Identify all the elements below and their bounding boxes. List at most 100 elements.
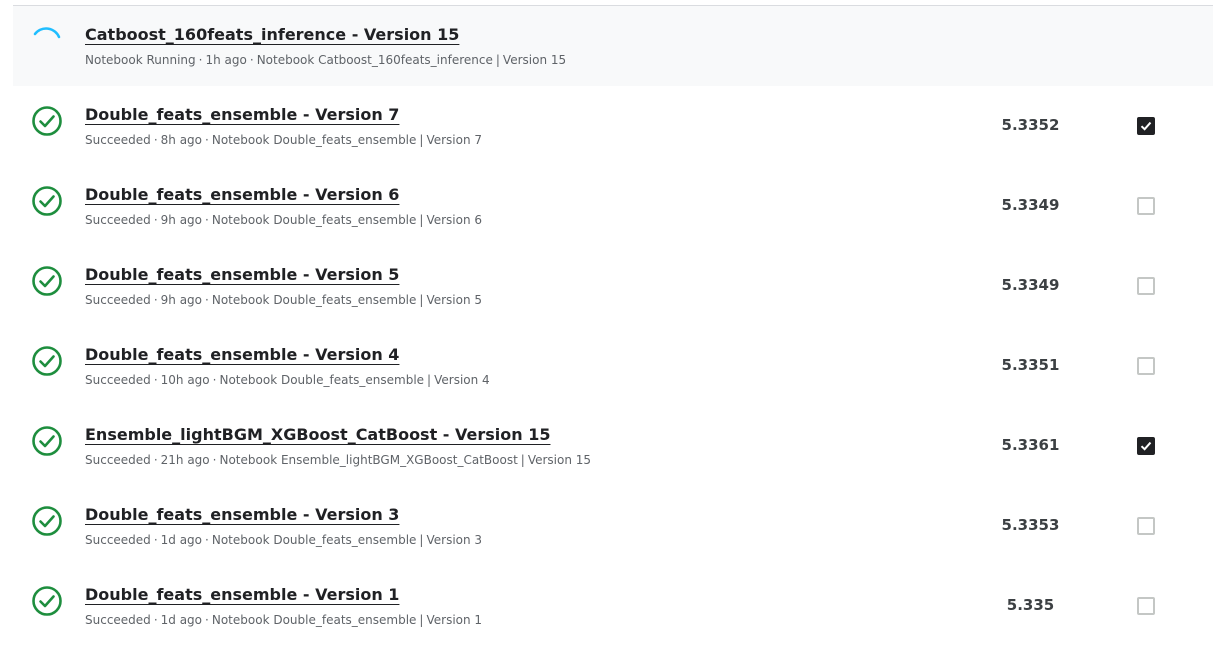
submission-time: 1d ago [160, 613, 203, 627]
submission-meta: Succeeded · 21h ago · Notebook Ensemble_ligh… [85, 453, 591, 467]
submission-time: 1h ago [205, 53, 247, 67]
submission-status: Succeeded [85, 533, 151, 547]
submission-notebook: Notebook Double_feats_ensemble [211, 213, 417, 227]
meta-dot-separator: · [153, 373, 158, 387]
submission-row-1[interactable]: Catboost_160feats_inference - Version 15… [13, 6, 1213, 86]
submission-title[interactable]: Ensemble_lightBGM_XGBoost_CatBoost - Ver… [85, 425, 550, 444]
submission-row-2[interactable]: Double_feats_ensemble - Version 7 Succee… [13, 86, 1213, 166]
meta-dot-separator: · [198, 53, 203, 67]
check-circle-icon [30, 184, 64, 218]
submission-notebook: Notebook Ensemble_lightBGM_XGBoost_CatBo… [219, 453, 518, 467]
submission-row-6[interactable]: Ensemble_lightBGM_XGBoost_CatBoost - Ver… [13, 406, 1213, 486]
meta-dot-separator: · [212, 453, 217, 467]
submission-row-5[interactable]: Double_feats_ensemble - Version 4 Succee… [13, 326, 1213, 406]
submission-score: 5.3349 [1001, 196, 1060, 214]
submission-meta: Succeeded · 9h ago · Notebook Double_feats_e… [85, 213, 482, 227]
select-checkbox[interactable] [1137, 437, 1155, 455]
submission-title[interactable]: Double_feats_ensemble - Version 3 [85, 505, 399, 524]
select-checkbox[interactable] [1137, 117, 1155, 135]
submission-meta: Succeeded · 1d ago · Notebook Double_feats_e… [85, 613, 482, 627]
submission-version: Version 6 [426, 213, 483, 227]
submission-score: 5.3361 [1001, 436, 1060, 454]
check-circle-icon [30, 264, 64, 298]
submission-version: Version 5 [426, 293, 483, 307]
meta-dot-separator: · [205, 533, 209, 547]
submission-notebook: Notebook Double_feats_ensemble [211, 613, 417, 627]
submission-title[interactable]: Double_feats_ensemble - Version 5 [85, 265, 399, 284]
submission-version: Version 7 [426, 133, 483, 147]
check-circle-icon [30, 504, 64, 538]
submission-status: Succeeded [85, 373, 151, 387]
meta-dot-separator: · [153, 133, 158, 147]
select-checkbox[interactable] [1137, 197, 1155, 215]
meta-dot-separator: · [205, 213, 209, 227]
meta-pipe-separator: | [419, 533, 424, 547]
meta-dot-separator: · [212, 373, 217, 387]
submission-time: 21h ago [160, 453, 210, 467]
checkmark-icon [1140, 121, 1152, 131]
check-circle-icon [30, 424, 64, 458]
submission-status: Succeeded [85, 133, 151, 147]
submission-meta: Notebook Running · 1h ago · Notebook Catboos… [85, 53, 566, 67]
select-checkbox[interactable] [1137, 517, 1155, 535]
meta-dot-separator: · [153, 213, 158, 227]
submission-time: 8h ago [160, 133, 203, 147]
submission-row-3[interactable]: Double_feats_ensemble - Version 6 Succee… [13, 166, 1213, 246]
spinner-icon [30, 24, 64, 58]
submission-notebook: Notebook Double_feats_ensemble [211, 293, 417, 307]
submission-status: Succeeded [85, 613, 151, 627]
submission-meta: Succeeded · 10h ago · Notebook Double_feats_… [85, 373, 490, 387]
submission-status: Succeeded [85, 453, 151, 467]
submission-time: 9h ago [160, 293, 203, 307]
meta-dot-separator: · [153, 533, 158, 547]
submission-time: 1d ago [160, 533, 203, 547]
meta-dot-separator: · [153, 453, 158, 467]
submission-time: 9h ago [160, 213, 203, 227]
submission-score: 5.3352 [1001, 116, 1060, 134]
submission-notebook: Notebook Catboost_160feats_inference [256, 53, 493, 67]
submission-score: 5.3353 [1001, 516, 1060, 534]
submission-score: 5.3351 [1001, 356, 1060, 374]
submission-score: 5.3349 [1001, 276, 1060, 294]
select-checkbox[interactable] [1137, 597, 1155, 615]
meta-dot-separator: · [249, 53, 254, 67]
submission-title[interactable]: Double_feats_ensemble - Version 1 [85, 585, 399, 604]
submission-title[interactable]: Double_feats_ensemble - Version 6 [85, 185, 399, 204]
meta-dot-separator: · [205, 293, 209, 307]
checkmark-icon [1140, 441, 1152, 451]
submission-score: 5.335 [1006, 596, 1055, 614]
submission-version: Version 3 [426, 533, 483, 547]
submission-status: Succeeded [85, 293, 151, 307]
meta-pipe-separator: | [419, 613, 424, 627]
submission-row-4[interactable]: Double_feats_ensemble - Version 5 Succee… [13, 246, 1213, 326]
submission-title[interactable]: Catboost_160feats_inference - Version 15 [85, 25, 459, 44]
submission-status: Succeeded [85, 213, 151, 227]
meta-dot-separator: · [153, 293, 158, 307]
submission-meta: Succeeded · 8h ago · Notebook Double_feats_e… [85, 133, 482, 147]
submission-status: Notebook Running [85, 53, 196, 67]
submission-version: Version 1 [426, 613, 483, 627]
submission-version: Version 4 [434, 373, 490, 387]
select-checkbox[interactable] [1137, 357, 1155, 375]
meta-pipe-separator: | [520, 453, 525, 467]
select-checkbox[interactable] [1137, 277, 1155, 295]
meta-dot-separator: · [205, 613, 209, 627]
check-circle-icon [30, 104, 64, 138]
check-circle-icon [30, 584, 64, 618]
submission-version: Version 15 [527, 453, 592, 467]
submission-notebook: Notebook Double_feats_ensemble [219, 373, 425, 387]
submission-time: 10h ago [160, 373, 210, 387]
submission-row-7[interactable]: Double_feats_ensemble - Version 3 Succee… [13, 486, 1213, 566]
submission-meta: Succeeded · 9h ago · Notebook Double_feats_e… [85, 293, 482, 307]
check-circle-icon [30, 344, 64, 378]
submission-title[interactable]: Double_feats_ensemble - Version 4 [85, 345, 399, 364]
submission-title[interactable]: Double_feats_ensemble - Version 7 [85, 105, 399, 124]
meta-pipe-separator: | [495, 53, 500, 67]
submission-notebook: Notebook Double_feats_ensemble [211, 133, 417, 147]
meta-dot-separator: · [205, 133, 209, 147]
submission-version: Version 15 [502, 53, 567, 67]
submission-meta: Succeeded · 1d ago · Notebook Double_feats_e… [85, 533, 482, 547]
submission-row-8[interactable]: Double_feats_ensemble - Version 1 Succee… [13, 566, 1213, 646]
submission-notebook: Notebook Double_feats_ensemble [211, 533, 417, 547]
meta-dot-separator: · [153, 613, 158, 627]
